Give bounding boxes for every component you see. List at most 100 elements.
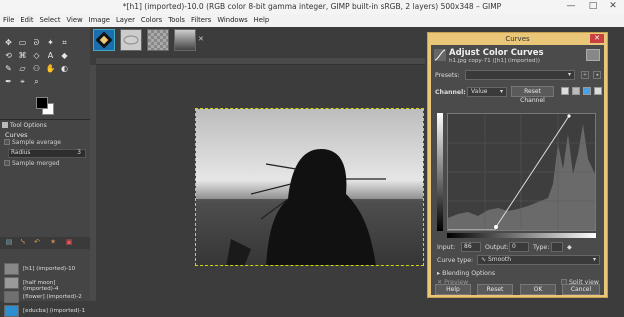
close-button[interactable]: ✕	[602, 0, 624, 14]
tool-grid: ✥ ▭ ᘐ ✦ ⌗ ⟲ ⌘ ◇ A ◆ ✎ ▱ ⚇ ✋ ◐ ✒ ⌖ ⌕	[2, 37, 88, 93]
menu-layer[interactable]: Layer	[113, 14, 138, 27]
preset-menu-icon[interactable]: ◂	[593, 71, 601, 79]
brushes-tab-icon[interactable]: ✶	[48, 238, 58, 247]
reset-channel-button[interactable]: Reset Channel	[511, 86, 554, 104]
channel-dropdown[interactable]: Value ▾	[467, 87, 507, 97]
menu-help[interactable]: Help	[251, 14, 273, 27]
ok-button[interactable]: OK	[520, 284, 556, 295]
minimize-button[interactable]: —	[560, 0, 582, 14]
window-title: *[h1] (imported)-10.0 (RGB color 8-bit g…	[122, 2, 502, 11]
toolbox-panel: ✥ ▭ ᘐ ✦ ⌗ ⟲ ⌘ ◇ A ◆ ✎ ▱ ⚇ ✋ ◐ ✒ ⌖ ⌕ Tool…	[0, 27, 90, 317]
curve-graph[interactable]	[447, 113, 596, 231]
menu-image[interactable]: Image	[86, 14, 113, 27]
fg-bg-colors[interactable]	[36, 97, 54, 115]
layer-thumbnail	[4, 305, 19, 317]
path-icon[interactable]: ✒	[2, 76, 15, 87]
image-tab-half-moon[interactable]	[147, 29, 169, 51]
histogram-type-icon[interactable]	[583, 87, 591, 95]
transform-icon[interactable]: ⟲	[2, 50, 15, 61]
blending-options-expander[interactable]: ▸ Blending Options	[437, 270, 495, 277]
rect-select-icon[interactable]: ▭	[16, 37, 29, 48]
type-point-icon: ◆	[567, 244, 572, 251]
window-titlebar: *[h1] (imported)-10.0 (RGB color 8-bit g…	[0, 0, 624, 14]
dialog-heading: Adjust Color Curves	[449, 48, 544, 58]
horizontal-ruler	[96, 58, 425, 65]
layer-thumbnail	[4, 263, 19, 275]
dodge-icon[interactable]: ◐	[58, 63, 71, 74]
layer-item[interactable]: [half moon] (imported)-4	[4, 277, 88, 292]
smooth-icon: ∿	[481, 256, 488, 263]
menu-view[interactable]: View	[64, 14, 86, 27]
layer-toolbar: ▤ ᓭ ↶ ✶ ▣	[0, 237, 90, 249]
layer-item[interactable]: [h1] (imported)-10	[4, 263, 88, 275]
menu-tools[interactable]: Tools	[165, 14, 188, 27]
paintbrush-icon[interactable]: ✎	[2, 63, 15, 74]
input-label: Input:	[437, 244, 456, 251]
cancel-button[interactable]: Cancel	[562, 284, 600, 295]
image-tab-h1[interactable]	[174, 29, 196, 51]
clone-icon[interactable]: ⚇	[30, 63, 43, 74]
linear-histogram-icon[interactable]	[561, 87, 569, 95]
sample-merged-check[interactable]: Sample merged	[4, 160, 60, 167]
image-tab-educba[interactable]	[93, 29, 115, 51]
layer-item[interactable]: [flower] (imported)-2	[4, 291, 88, 303]
presets-dropdown[interactable]: ▾	[465, 70, 575, 80]
menu-filters[interactable]: Filters	[188, 14, 214, 27]
menu-windows[interactable]: Windows	[214, 14, 250, 27]
add-preset-icon[interactable]: +	[581, 71, 589, 79]
reset-button[interactable]: Reset	[477, 284, 513, 295]
input-gradient	[447, 233, 596, 238]
layer-thumbnail	[4, 277, 19, 289]
layer-thumbnail	[4, 291, 19, 303]
dialog-caption: Curves	[505, 35, 530, 43]
zoom-icon[interactable]: ⌕	[30, 76, 43, 87]
sample-average-check[interactable]: Sample average	[4, 139, 61, 146]
layers-tab-icon[interactable]: ▤	[4, 238, 14, 247]
curves-dialog: Curves ✕ Adjust Color Curves h1.jpg copy…	[427, 32, 608, 298]
dialog-subtitle: h1.jpg copy-71 ([h1] (imported))	[449, 58, 540, 64]
layer-item[interactable]: [educba] (imported)-1	[4, 305, 88, 317]
radius-spinner[interactable]: Radius 3	[8, 149, 86, 158]
type-label: Type:	[533, 244, 550, 251]
menu-colors[interactable]: Colors	[138, 14, 165, 27]
text-tool-icon[interactable]: A	[44, 50, 57, 61]
output-gradient	[437, 113, 443, 231]
histogram-scale-icon[interactable]	[594, 87, 602, 95]
image-thumbnail	[586, 49, 600, 61]
fuzzy-select-icon[interactable]: ✦	[44, 37, 57, 48]
crop-icon[interactable]: ⌗	[58, 37, 71, 48]
help-button[interactable]: Help	[435, 284, 471, 295]
tool-options-title: Curves	[5, 131, 28, 139]
menu-file[interactable]: File	[0, 14, 17, 27]
image-tabs: ✕	[90, 27, 425, 58]
move-tool-icon[interactable]: ✥	[2, 37, 15, 48]
output-spinner[interactable]: 0	[509, 242, 529, 252]
menu-select[interactable]: Select	[37, 14, 64, 27]
cage-icon[interactable]: ◇	[30, 50, 43, 61]
lasso-icon[interactable]: ᘐ	[30, 37, 43, 48]
eraser-icon[interactable]: ▱	[16, 63, 29, 74]
dialog-close-button[interactable]: ✕	[590, 34, 604, 43]
paths-tab-icon[interactable]: ᓭ	[18, 238, 28, 247]
input-spinner[interactable]: 86	[461, 242, 481, 252]
warp-icon[interactable]: ⌘	[16, 50, 29, 61]
maximize-button[interactable]: □	[582, 0, 604, 14]
menu-bar: File Edit Select View Image Layer Colors Tools F…	[0, 14, 624, 27]
image-canvas[interactable]	[195, 108, 424, 266]
tab-close-icon[interactable]: ✕	[198, 35, 204, 43]
bucket-icon[interactable]: ◆	[58, 50, 71, 61]
image-tab-flower[interactable]	[120, 29, 142, 51]
menu-edit[interactable]: Edit	[17, 14, 36, 27]
color-picker-icon[interactable]: ⌖	[16, 76, 29, 87]
images-tab-icon[interactable]: ▣	[64, 238, 74, 247]
channel-label: Channel:	[435, 89, 466, 96]
type-dropdown[interactable]	[551, 242, 563, 252]
undo-history-icon[interactable]: ↶	[32, 238, 42, 247]
smudge-icon[interactable]: ✋	[44, 63, 57, 74]
chevron-down-icon: ▾	[592, 256, 596, 263]
chevron-down-icon: ▾	[499, 88, 503, 95]
dialog-buttons: Help Reset OK Cancel	[431, 283, 604, 297]
curve-type-dropdown[interactable]: ∿ Smooth ▾	[477, 255, 600, 265]
tool-options-tab[interactable]: Tool Options	[2, 121, 52, 131]
log-histogram-icon[interactable]	[572, 87, 580, 95]
